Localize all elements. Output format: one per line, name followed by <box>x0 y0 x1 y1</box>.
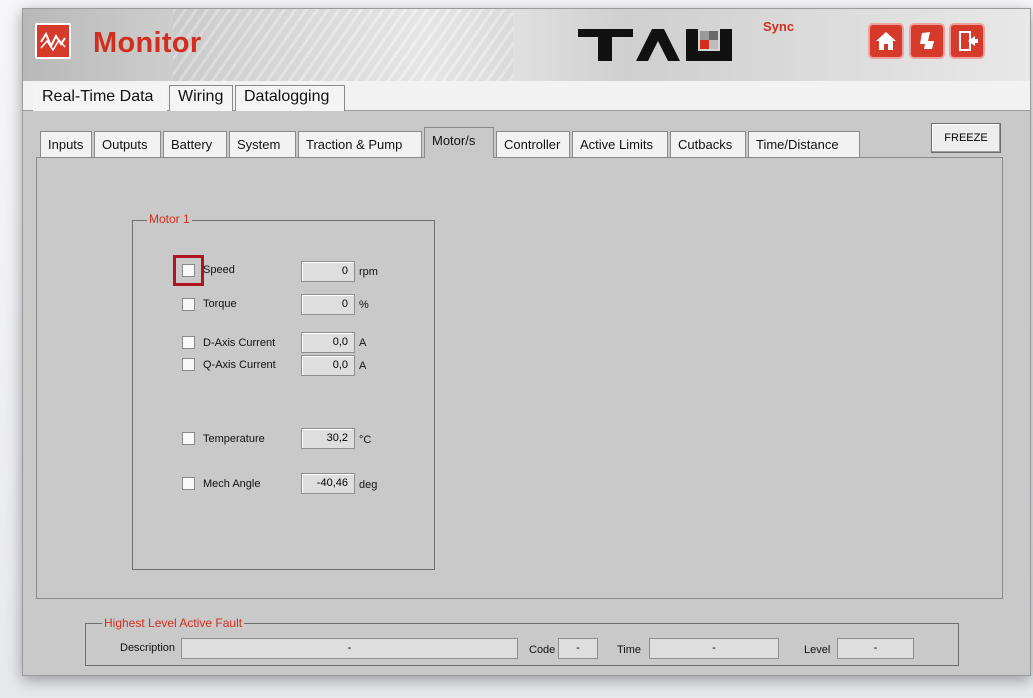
content-area: Inputs Outputs Battery System Traction &… <box>23 111 1030 675</box>
home-icon <box>876 32 896 50</box>
q-axis-current-value: 0,0 <box>301 355 355 376</box>
mech-angle-unit: deg <box>359 479 378 491</box>
logo-sync-label: Sync <box>763 19 795 34</box>
motor-1-group: Motor 1 Speed 0 rpm Torque 0 % D-Axis Cu… <box>132 212 435 570</box>
speed-label: Speed <box>203 264 235 276</box>
motors-tab-panel: Motor 1 Speed 0 rpm Torque 0 % D-Axis Cu… <box>36 157 1003 599</box>
seat-button[interactable] <box>909 23 945 59</box>
torque-value: 0 <box>301 294 355 315</box>
level-field: - <box>837 638 914 659</box>
temperature-unit: °C <box>359 434 372 446</box>
temperature-checkbox[interactable] <box>182 432 195 445</box>
speed-checkbox-highlight <box>173 255 204 286</box>
temperature-label: Temperature <box>203 433 265 445</box>
circuit-background <box>173 9 513 81</box>
app-title: Monitor <box>93 27 202 59</box>
d-axis-current-value: 0,0 <box>301 332 355 353</box>
exit-icon <box>959 31 978 51</box>
home-button[interactable] <box>868 23 904 59</box>
monitor-chart-icon <box>35 23 71 59</box>
subtab-battery[interactable]: Battery <box>163 131 227 157</box>
description-label: Description <box>120 642 176 654</box>
exit-button[interactable] <box>949 23 985 59</box>
speed-value: 0 <box>301 261 355 282</box>
motor-1-group-title: Motor 1 <box>147 212 192 226</box>
tau-logo <box>578 29 732 61</box>
subtab-time-distance[interactable]: Time/Distance <box>748 131 860 157</box>
subtab-motors[interactable]: Motor/s <box>424 127 494 158</box>
header-banner: Monitor Sync <box>23 9 1030 81</box>
speed-checkbox[interactable] <box>182 264 195 277</box>
mech-angle-value: -40,46 <box>301 473 355 494</box>
seat-icon <box>920 32 934 49</box>
d-axis-current-unit: A <box>359 337 367 349</box>
subtab-cutbacks[interactable]: Cutbacks <box>670 131 746 157</box>
d-axis-current-checkbox[interactable] <box>182 336 195 349</box>
tab-datalogging[interactable]: Datalogging <box>235 85 345 111</box>
torque-checkbox[interactable] <box>182 298 195 311</box>
level-label: Level <box>804 644 831 656</box>
highest-level-fault-group: Highest Level Active Fault Description -… <box>85 616 959 666</box>
subtab-outputs[interactable]: Outputs <box>94 131 161 157</box>
screenshot-frame: Monitor Sync Real-Time Data Wiring Datal… <box>0 0 1033 698</box>
time-field: - <box>649 638 779 659</box>
q-axis-current-checkbox[interactable] <box>182 358 195 371</box>
speed-unit: rpm <box>359 266 378 278</box>
d-axis-current-label: D-Axis Current <box>203 337 276 349</box>
subtab-active-limits[interactable]: Active Limits <box>572 131 668 157</box>
code-field: - <box>558 638 598 659</box>
main-tab-bar: Real-Time Data Wiring Datalogging <box>23 81 1030 111</box>
subtab-controller[interactable]: Controller <box>496 131 570 157</box>
fault-group-title: Highest Level Active Fault <box>102 616 245 630</box>
torque-label: Torque <box>203 298 237 310</box>
q-axis-current-label: Q-Axis Current <box>203 359 276 371</box>
q-axis-current-unit: A <box>359 360 367 372</box>
mech-angle-label: Mech Angle <box>203 478 261 490</box>
tab-wiring[interactable]: Wiring <box>169 85 233 111</box>
time-label: Time <box>617 644 642 656</box>
monitor-window: Monitor Sync Real-Time Data Wiring Datal… <box>22 8 1031 676</box>
temperature-value: 30,2 <box>301 428 355 449</box>
code-label: Code <box>529 644 556 656</box>
subtab-system[interactable]: System <box>229 131 296 157</box>
subtab-inputs[interactable]: Inputs <box>40 131 92 157</box>
freeze-button[interactable]: FREEZE <box>931 123 1001 153</box>
description-field: - <box>181 638 518 659</box>
tab-real-time-data[interactable]: Real-Time Data <box>33 85 167 111</box>
subtab-traction-pump[interactable]: Traction & Pump <box>298 131 422 157</box>
torque-unit: % <box>359 299 369 311</box>
mech-angle-checkbox[interactable] <box>182 477 195 490</box>
